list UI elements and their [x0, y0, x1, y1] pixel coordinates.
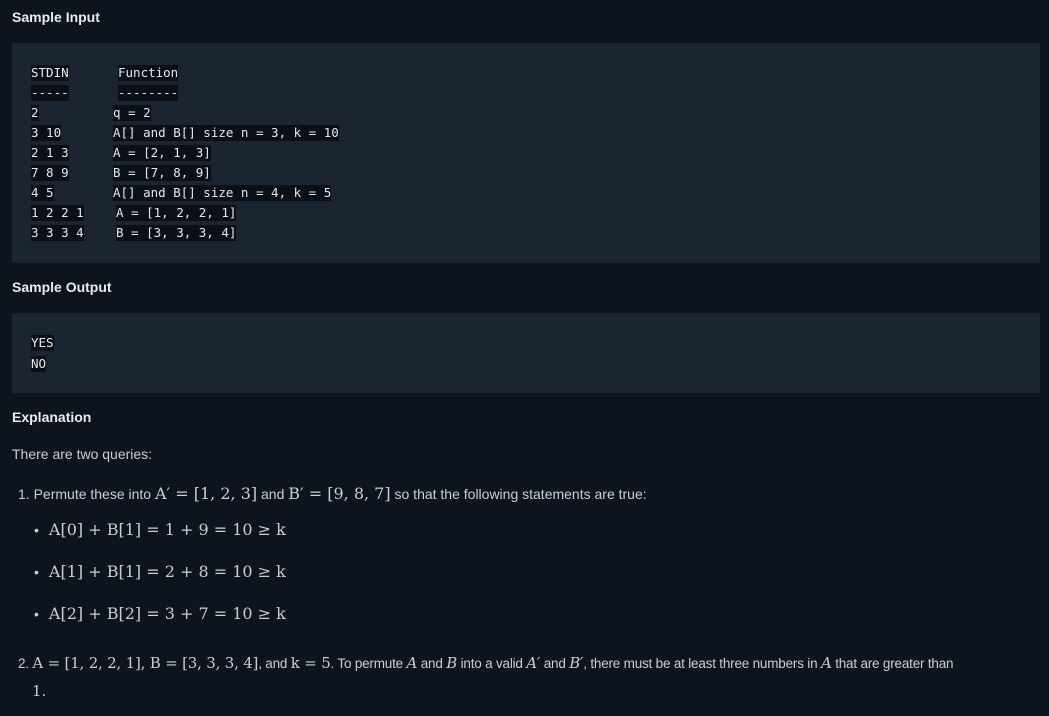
list-item-2-math-e: A′ — [526, 654, 541, 672]
list-item-2-continued: 1. — [32, 682, 46, 700]
list-item-2-text-e: and — [543, 656, 566, 671]
sample-input-code-block: STDIN Function ----- -------- 2 q = 2 3 … — [12, 43, 1040, 263]
code-left-5: 7 8 9 — [31, 165, 69, 181]
code-left-4: 2 1 3 — [31, 145, 69, 161]
page: Sample Input STDIN Function ----- ------… — [0, 0, 1049, 716]
code-right-4: A = [2, 1, 3] — [113, 145, 211, 161]
list-item-1: 1. Permute these into A′ = [1, 2, 3] and… — [18, 484, 647, 503]
list-item-2-math-c: A — [406, 654, 418, 672]
list-item-1-math-a: A′ = [1, 2, 3] — [154, 484, 258, 503]
bullet-dot-icon: • — [34, 564, 39, 580]
list-item-1-text-a: Permute these into — [33, 486, 152, 502]
bullet-item-2: • A[1] + B[1] = 2 + 8 = 10 ≥ k — [34, 562, 286, 581]
bullet-item-3: • A[2] + B[2] = 3 + 7 = 10 ≥ k — [34, 604, 286, 623]
list-item-2-math-b: k = 5 — [290, 654, 331, 672]
code-left-0: STDIN — [31, 65, 69, 81]
list-item-2-math-d: B — [446, 654, 458, 672]
bullet-item-1: • A[0] + B[1] = 1 + 9 = 10 ≥ k — [34, 520, 286, 539]
sample-output-code-block: YES NO — [12, 313, 1040, 393]
code-right-8: B = [3, 3, 3, 4] — [116, 225, 237, 241]
list-item-2-text-b: . To permute — [330, 656, 404, 671]
code-left-2: 2 — [31, 105, 39, 121]
code-right-7: A = [1, 2, 2, 1] — [116, 205, 237, 221]
list-item-2-number: 2. — [18, 656, 29, 671]
code-left-3: 3 10 — [31, 125, 62, 141]
bullet-math-2: A[1] + B[1] = 2 + 8 = 10 ≥ k — [48, 562, 286, 581]
code-right-3: A[] and B[] size n = 3, k = 10 — [113, 125, 339, 141]
explanation-heading: Explanation — [12, 409, 92, 425]
explanation-intro: There are two queries: — [12, 446, 153, 462]
list-item-2-math-g: A — [820, 654, 832, 672]
list-item-2-text-d: into a valid — [460, 656, 523, 671]
list-item-2-text-a: , and — [258, 656, 288, 671]
code-left-7: 1 2 2 1 — [31, 205, 84, 221]
code-left-1: ----- — [31, 85, 69, 101]
output-line-0: YES — [31, 335, 54, 351]
list-item-1-number: 1. — [18, 486, 30, 502]
list-item-2-math-f: B′ — [569, 654, 584, 672]
bullet-math-3: A[2] + B[2] = 3 + 7 = 10 ≥ k — [48, 604, 286, 623]
code-right-0: Function — [118, 65, 179, 81]
sample-output-heading: Sample Output — [12, 279, 112, 295]
bullet-math-1: A[0] + B[1] = 1 + 9 = 10 ≥ k — [48, 520, 286, 539]
code-left-6: 4 5 — [31, 185, 54, 201]
code-right-2: q = 2 — [113, 105, 151, 121]
list-item-2-text-f: , there must be at least three numbers i… — [583, 656, 818, 671]
list-item-1-text-b: and — [261, 486, 285, 502]
bullet-dot-icon: • — [34, 606, 39, 622]
code-right-5: B = [7, 8, 9] — [113, 165, 211, 181]
list-item-1-math-b: B′ = [9, 8, 7] — [288, 484, 391, 503]
list-item-1-text-c: so that the following statements are tru… — [394, 486, 647, 502]
list-item-2-math-a: A = [1, 2, 2, 1], B = [3, 3, 3, 4] — [32, 654, 259, 672]
list-item-2-text-c: and — [420, 656, 443, 671]
bullet-dot-icon: • — [34, 522, 39, 538]
code-right-6: A[] and B[] size n = 4, k = 5 — [113, 185, 332, 201]
code-left-8: 3 3 3 4 — [31, 225, 84, 241]
output-line-1: NO — [31, 356, 47, 372]
list-item-2-text-g: that are greater than — [835, 656, 954, 671]
sample-input-heading: Sample Input — [12, 9, 100, 25]
code-right-1: -------- — [118, 85, 179, 101]
list-item-2: 2. A = [1, 2, 2, 1], B = [3, 3, 3, 4], a… — [18, 654, 954, 672]
list-item-2-line2: 1. — [32, 682, 47, 700]
